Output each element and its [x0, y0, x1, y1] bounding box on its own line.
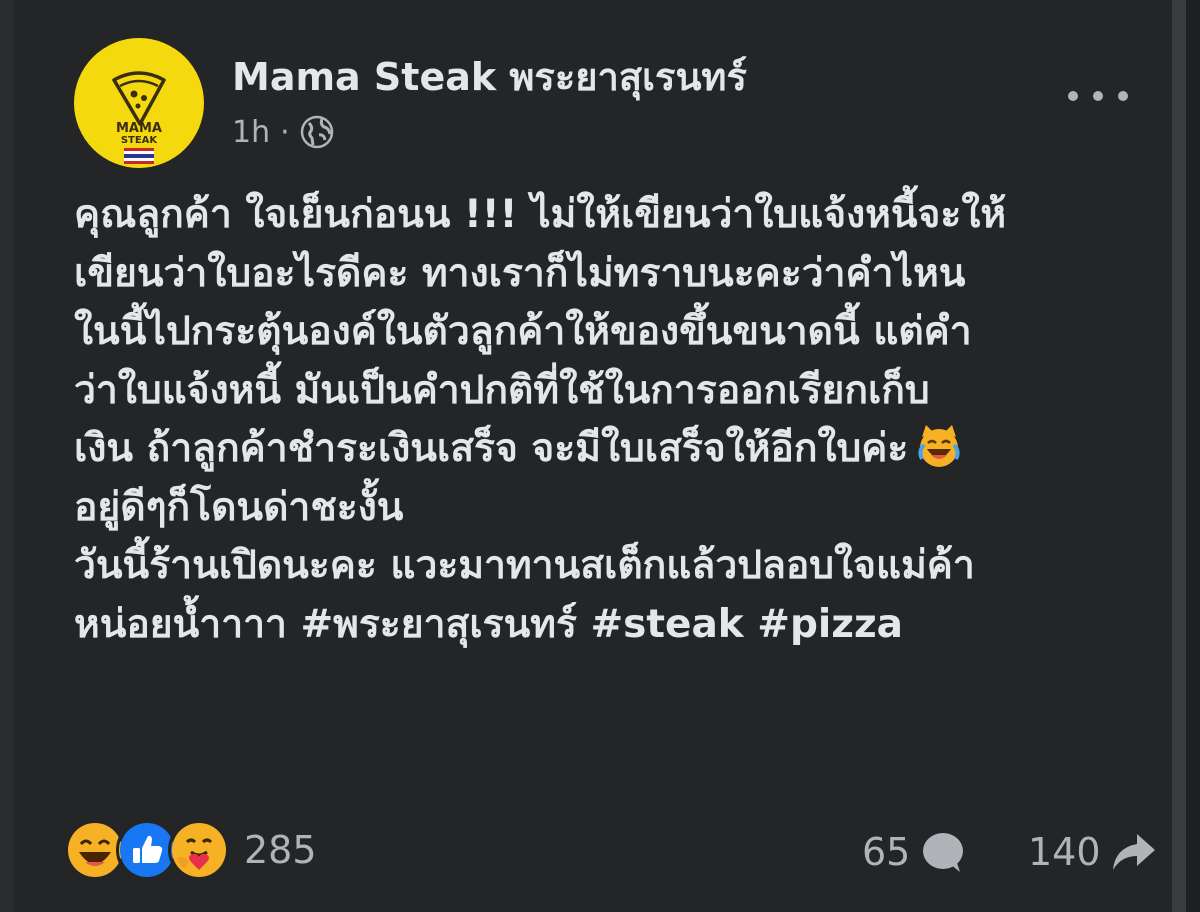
more-options-icon: [1068, 91, 1078, 101]
share-icon: [1112, 834, 1155, 870]
scrollbar-edge: [1186, 0, 1200, 912]
page-avatar[interactable]: MAMA STEAK: [74, 38, 204, 168]
share-count: 140: [1028, 830, 1101, 874]
comments-summary[interactable]: 65: [862, 822, 966, 882]
post-line: เงิน ถ้าลูกค้าชำระเงินเสร็จ จะมีใบเสร็จใ…: [74, 426, 909, 471]
comment-count: 65: [862, 830, 911, 874]
more-options-button[interactable]: [1068, 78, 1128, 114]
post-timestamp[interactable]: 1h: [232, 115, 270, 150]
post-line: เขียนว่าใบอะไรดีคะ ทางเราก็ไม่ทราบนะคะว่…: [74, 250, 966, 296]
crying-laughing-cat-emoji: [918, 425, 960, 467]
logo-text-steak: STEAK: [120, 135, 158, 146]
meta-separator: ·: [280, 114, 290, 150]
post-line: วันนี้ร้านเปิดนะคะ แวะมาทานสเต็กแล้วปลอบ…: [74, 543, 975, 588]
post-line-hashtags[interactable]: หน่อยน้ำาาา #พระยาสุเรนทร์ #steak #pizza: [74, 596, 1164, 655]
post-body: คุณลูกค้า ใจเย็นก่อนน !!! ไม่ให้เขียนว่า…: [74, 186, 1164, 654]
reaction-count: 285: [244, 828, 317, 872]
comment-icon: [923, 833, 964, 872]
post-meta: 1h ·: [232, 112, 334, 152]
care-reaction-icon: [168, 819, 230, 881]
post-line: ว่าใบแจ้งหนี้ มันเป็นคำปกติที่ใช้ในการออ…: [74, 367, 930, 413]
more-dot: [1118, 91, 1128, 101]
shares-summary[interactable]: 140: [1028, 822, 1157, 882]
pizza-logo-icon: [112, 71, 166, 164]
post-line: อยู่ดีๆก็โดนด่าชะงั้น: [74, 484, 404, 530]
reaction-summary[interactable]: 285: [64, 818, 317, 882]
post-line: คุณลูกค้า ใจเย็นก่อนน !!! ไม่ให้เขียนว่า…: [74, 192, 1007, 237]
post-line: ในนี้ไปกระตุ้นองค์ในตัวลูกค้าให้ของขึ้นข…: [74, 309, 972, 354]
globe-icon[interactable]: [300, 115, 334, 149]
more-dot: [1093, 91, 1103, 101]
post-line-with-emoji: เงิน ถ้าลูกค้าชำระเงินเสร็จ จะมีใบเสร็จใ…: [74, 420, 1164, 479]
page-name-link[interactable]: Mama Steak พระยาสุเรนทร์: [232, 46, 747, 107]
